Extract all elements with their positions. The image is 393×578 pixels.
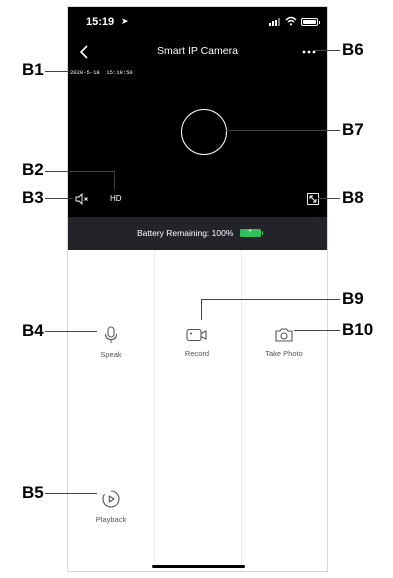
playback-icon: [102, 490, 120, 508]
wifi-icon: [285, 16, 297, 26]
page-title: Smart IP Camera: [157, 45, 238, 57]
record-label: Record: [184, 349, 210, 358]
callout-line-b9-vertical: [201, 299, 202, 320]
battery-remaining-text: Battery Remaining: 100%: [137, 228, 234, 238]
microphone-icon: [104, 326, 118, 343]
callout-line-b1: [45, 71, 69, 72]
record-button[interactable]: Record: [154, 327, 240, 358]
callout-b6: B6: [342, 40, 364, 59]
nav-bar: Smart IP Camera: [68, 37, 327, 67]
callout-b8: B8: [342, 188, 364, 207]
camera-icon: [275, 328, 293, 342]
playback-label: Playback: [95, 515, 127, 524]
callout-line-b7: [226, 130, 340, 131]
callout-b2: B2: [22, 160, 44, 179]
callout-line-b4: [45, 331, 97, 332]
home-indicator: [152, 565, 245, 568]
take-photo-button[interactable]: Take Photo: [241, 327, 327, 358]
callout-line-b2-vertical: [114, 171, 115, 189]
video-preview[interactable]: 2020-5-18 15:19:50 HD: [68, 67, 327, 217]
phone-screen: 15:19 ➤ Smart IP Camera 2020-5-18 15:19:…: [67, 6, 328, 572]
callout-line-b5: [45, 493, 97, 494]
callout-b1: B1: [22, 60, 44, 79]
speak-label: Speak: [100, 350, 122, 359]
mute-icon[interactable]: [75, 193, 89, 205]
battery-status-icon: [301, 18, 320, 26]
callout-b4: B4: [22, 321, 44, 340]
callout-line-b9: [201, 299, 340, 300]
callout-b10: B10: [342, 320, 374, 339]
video-record-icon: [186, 328, 207, 342]
hd-quality-toggle[interactable]: HD: [110, 194, 122, 203]
callout-line-b6: [314, 50, 340, 51]
video-timestamp: 2020-5-18 15:19:50: [70, 69, 133, 76]
callout-b7: B7: [342, 120, 364, 139]
take-photo-label: Take Photo: [265, 349, 303, 358]
status-time: 15:19: [86, 16, 115, 28]
callout-line-b8: [318, 198, 340, 199]
location-arrow-icon: ➤: [121, 16, 129, 26]
fullscreen-icon[interactable]: [306, 192, 320, 206]
callout-line-b3: [45, 198, 73, 199]
callout-b3: B3: [22, 188, 44, 207]
playback-button[interactable]: Playback: [68, 489, 154, 524]
status-bar: 15:19 ➤: [68, 7, 327, 37]
play-circle-icon[interactable]: [181, 109, 227, 155]
callout-b9: B9: [342, 289, 364, 308]
callout-line-b10: [294, 330, 340, 331]
callout-b5: B5: [22, 483, 44, 502]
callout-line-b2: [45, 171, 115, 172]
cellular-signal-icon: [269, 18, 283, 26]
column-divider: [154, 250, 155, 571]
more-horizontal-icon[interactable]: [301, 46, 317, 58]
battery-full-icon: +: [240, 228, 263, 237]
battery-remaining-banner: Battery Remaining: 100% +: [68, 217, 327, 250]
